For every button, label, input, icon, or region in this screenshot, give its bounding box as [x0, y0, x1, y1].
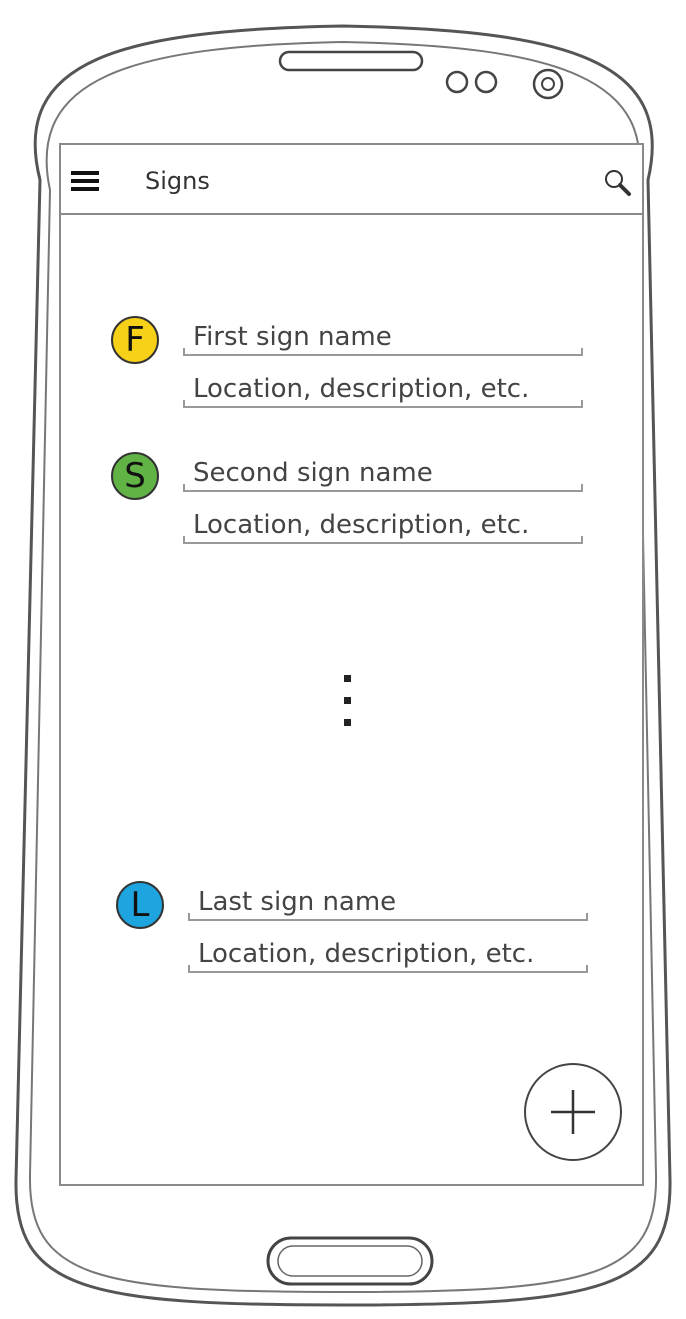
page-title: Signs: [145, 167, 210, 195]
sign-name-field[interactable]: First sign name: [183, 318, 583, 356]
sign-name-label: Second sign name: [193, 458, 433, 488]
list-item[interactable]: F First sign name Location, description,…: [111, 316, 583, 426]
speaker-grille: [278, 50, 424, 72]
avatar: L: [116, 881, 164, 929]
sensor-icon: [474, 70, 498, 94]
menu-icon[interactable]: [71, 171, 99, 193]
app-screen: Signs: [59, 143, 644, 1186]
sign-name-label: First sign name: [193, 322, 392, 352]
sensor-icon: [445, 70, 469, 94]
plus-icon: [551, 1090, 595, 1134]
avatar: S: [111, 452, 159, 500]
sign-details-field[interactable]: Location, description, etc.: [183, 370, 583, 408]
sign-details-field[interactable]: Location, description, etc.: [188, 935, 588, 973]
sign-details-field[interactable]: Location, description, etc.: [183, 506, 583, 544]
sign-details-label: Location, description, etc.: [198, 939, 535, 969]
sign-name-label: Last sign name: [198, 887, 397, 917]
camera-icon: [532, 68, 564, 100]
sign-details-label: Location, description, etc.: [193, 510, 530, 540]
sign-name-field[interactable]: Last sign name: [188, 883, 588, 921]
sign-name-field[interactable]: Second sign name: [183, 454, 583, 492]
search-icon[interactable]: [602, 167, 632, 197]
more-items-ellipsis: [344, 675, 354, 735]
list-item[interactable]: S Second sign name Location, description…: [111, 452, 583, 562]
sign-details-label: Location, description, etc.: [193, 374, 530, 404]
list-item[interactable]: L Last sign name Location, description, …: [116, 881, 588, 991]
avatar: F: [111, 316, 159, 364]
add-sign-button[interactable]: [524, 1063, 622, 1161]
app-bar: Signs: [61, 145, 642, 215]
home-button: [266, 1236, 434, 1286]
